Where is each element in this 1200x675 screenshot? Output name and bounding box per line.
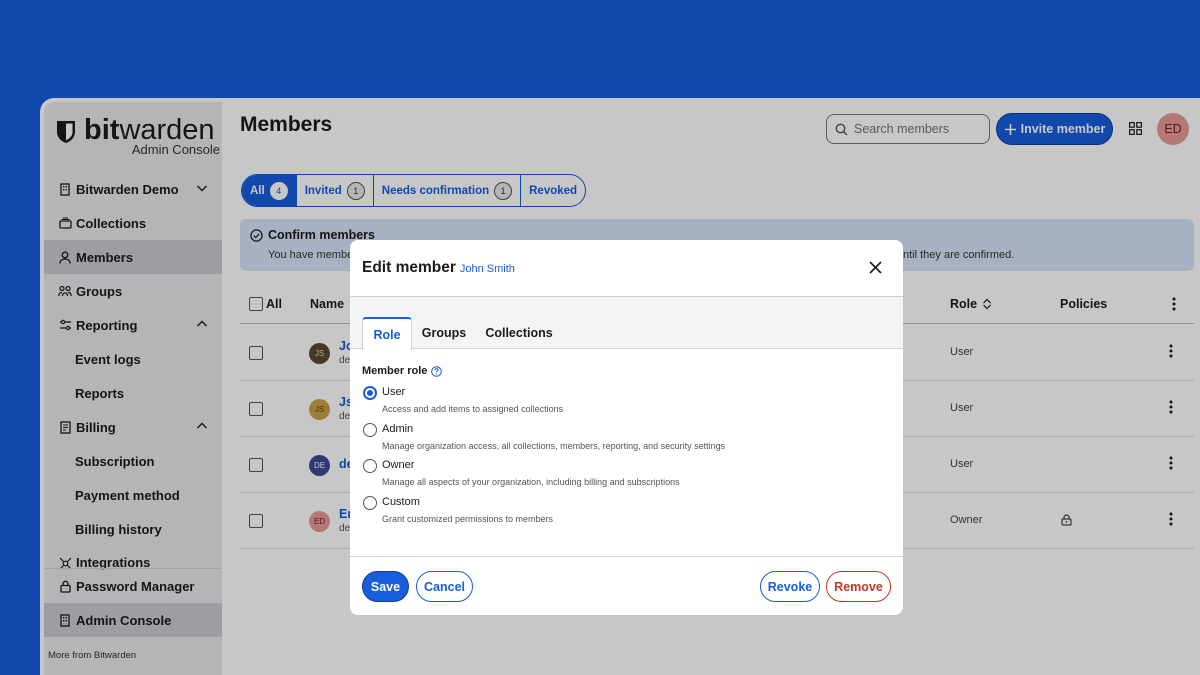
tab-role[interactable]: Role (362, 317, 412, 350)
close-icon[interactable] (869, 261, 882, 274)
role-option-custom[interactable]: Custom Grant customized permissions to m… (362, 496, 882, 532)
role-option-owner[interactable]: Owner Manage all aspects of your organiz… (362, 459, 882, 495)
role-option-admin[interactable]: Admin Manage organization access, all co… (362, 423, 882, 459)
dialog-subtitle: John Smith (459, 263, 515, 275)
revoke-button[interactable]: Revoke (760, 571, 820, 602)
option-hint: Access and add items to assigned collect… (382, 404, 564, 414)
option-hint: Grant customized permissions to members (382, 514, 554, 524)
save-button[interactable]: Save (362, 571, 409, 602)
tab-groups[interactable]: Groups (418, 317, 470, 349)
remove-button[interactable]: Remove (826, 571, 891, 602)
edit-member-dialog: Edit member John Smith Role Groups Collec… (350, 240, 903, 615)
option-label: Custom (382, 496, 420, 508)
radio-custom[interactable] (363, 496, 377, 510)
help-icon[interactable] (431, 365, 443, 377)
member-role-label-text: Member role (362, 365, 428, 377)
member-role-label: Member role (362, 365, 443, 377)
dialog-title-text: Edit member (362, 259, 456, 276)
cancel-button[interactable]: Cancel (416, 571, 473, 602)
dialog-header: Edit member John Smith (350, 240, 903, 297)
tab-collections[interactable]: Collections (482, 317, 556, 349)
radio-admin[interactable] (363, 423, 377, 437)
dialog-tabs: Role Groups Collections (350, 297, 903, 350)
radio-user[interactable] (363, 386, 377, 400)
option-label: Admin (382, 423, 414, 435)
radio-owner[interactable] (363, 459, 377, 473)
dialog-title: Edit member John Smith (362, 259, 515, 277)
option-label: Owner (382, 459, 415, 471)
option-hint: Manage organization access, all collecti… (382, 441, 726, 451)
option-label: User (382, 386, 406, 398)
role-option-user[interactable]: User Access and add items to assigned co… (362, 386, 882, 422)
dialog-footer: Save Cancel Revoke Remove (350, 556, 903, 615)
option-hint: Manage all aspects of your organization,… (382, 477, 680, 487)
